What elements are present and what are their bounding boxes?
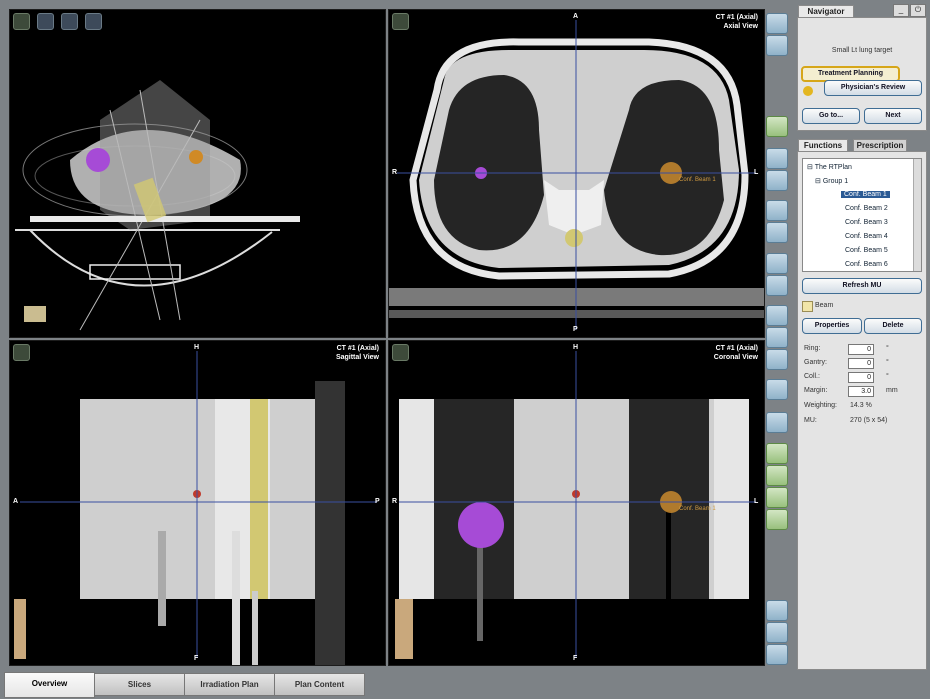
rotate-icon[interactable]: [37, 13, 54, 30]
gantry-input[interactable]: 0: [848, 358, 874, 369]
tree-root[interactable]: ⊟ The RTPlan: [807, 163, 852, 171]
target-label: Conf. Beam 1: [679, 177, 716, 183]
orient-right: P: [375, 498, 380, 505]
histogram-icon[interactable]: [766, 275, 788, 296]
zoom-icon[interactable]: [13, 344, 30, 361]
ring-label: Ring:: [804, 345, 821, 352]
orient-left: A: [13, 498, 19, 505]
step-physicians-review[interactable]: Physician's Review: [824, 80, 922, 96]
goto-button[interactable]: Go to...: [802, 108, 860, 124]
view-title: CT #1 (Axial) Coronal View: [713, 345, 758, 361]
shape-icon[interactable]: [766, 487, 788, 508]
view-title: CT #1 (Axial) Sagittal View: [335, 345, 379, 361]
properties-button[interactable]: Properties: [802, 318, 862, 334]
coll-input[interactable]: 0: [848, 372, 874, 383]
mu-label: MU:: [804, 417, 817, 424]
delete-button[interactable]: Delete: [864, 318, 922, 334]
plan-tree[interactable]: ⊟ The RTPlan ⊟ Group 1 Conf. Beam 1 Conf…: [802, 158, 922, 272]
hu-icon[interactable]: [766, 305, 788, 326]
plan-name: Small Lt lung target: [831, 47, 893, 54]
3d-rendering: [15, 80, 300, 331]
tab-overview[interactable]: Overview: [4, 672, 95, 698]
orient-left: R: [392, 498, 398, 505]
next-button[interactable]: Next: [864, 108, 922, 124]
pan-icon[interactable]: [61, 13, 78, 30]
weighting-value: 14.3 %: [850, 402, 872, 409]
edit-icon[interactable]: [766, 116, 788, 137]
tab-irradiation-plan[interactable]: Irradiation Plan: [184, 673, 275, 696]
report-icon[interactable]: [766, 644, 788, 665]
tab-slices[interactable]: Slices: [94, 673, 185, 696]
navigator-panel: Small Lt lung target Treatment Planning …: [797, 17, 927, 131]
sagittal-ct-image: [14, 351, 377, 665]
leaf-icon[interactable]: [766, 509, 788, 530]
settings-icon[interactable]: [766, 622, 788, 643]
warning-icon: [803, 86, 813, 96]
3d-view[interactable]: [9, 9, 386, 338]
move-icon[interactable]: [766, 148, 788, 169]
profile-icon[interactable]: [766, 412, 788, 433]
orient-right: L: [754, 498, 759, 505]
hand-icon[interactable]: [766, 170, 788, 191]
paint-icon[interactable]: [766, 443, 788, 464]
sagittal-view[interactable]: CT #1 (Axial) Sagittal View H F A P: [9, 340, 386, 666]
power-button[interactable]: ⏻: [910, 4, 926, 17]
layout-icon[interactable]: [766, 13, 788, 34]
orient-bottom: P: [573, 326, 578, 333]
tree-beam-1[interactable]: Conf. Beam 1: [841, 191, 890, 198]
margin-input[interactable]: 3.0: [848, 386, 874, 397]
section-label: Beam: [815, 302, 834, 309]
axial-view[interactable]: CT #1 (Axial) Axial View A P R L Conf. Be…: [388, 9, 765, 338]
tree-beam-6[interactable]: Conf. Beam 6: [845, 261, 888, 268]
functions-panel: ⊟ The RTPlan ⊟ Group 1 Conf. Beam 1 Conf…: [797, 151, 927, 670]
zoom-icon[interactable]: [392, 13, 409, 30]
axial-ct-image: [389, 20, 764, 330]
gantry-label: Gantry:: [804, 359, 827, 366]
ring-input[interactable]: 0: [848, 344, 874, 355]
refresh-mu-button[interactable]: Refresh MU: [802, 278, 922, 294]
tab-plan-content[interactable]: Plan Content: [274, 673, 365, 696]
coll-label: Coll.:: [804, 373, 820, 380]
orient-top: H: [573, 344, 579, 351]
distance-icon[interactable]: [766, 327, 788, 348]
coll-unit: °: [886, 373, 889, 380]
camera-icon[interactable]: [85, 13, 102, 30]
orient-bottom: F: [194, 655, 199, 662]
angle-icon[interactable]: [766, 349, 788, 370]
gantry-unit: °: [886, 359, 889, 366]
beam-section-icon: [802, 301, 813, 312]
tree-beam-4[interactable]: Conf. Beam 4: [845, 233, 888, 240]
tree-group[interactable]: ⊟ Group 1: [815, 177, 848, 185]
margin-unit: mm: [886, 387, 898, 394]
zoom-icon[interactable]: [13, 13, 30, 30]
margin-label: Margin:: [804, 387, 828, 394]
window-level-icon[interactable]: [766, 253, 788, 274]
ruler-icon[interactable]: [766, 379, 788, 400]
orient-top: A: [573, 13, 579, 20]
zoom-out-icon[interactable]: [766, 222, 788, 243]
view-title: CT #1 (Axial) Axial View: [715, 14, 758, 30]
orient-bottom: F: [573, 655, 578, 662]
minimize-button[interactable]: _: [893, 4, 909, 17]
mu-value: 270 (5 x 54): [850, 417, 888, 424]
tree-beam-5[interactable]: Conf. Beam 5: [845, 247, 888, 254]
tree-beam-2[interactable]: Conf. Beam 2: [845, 205, 888, 212]
tree-beam-3[interactable]: Conf. Beam 3: [845, 219, 888, 226]
orient-left: R: [392, 169, 398, 176]
zoom-in-icon[interactable]: [766, 200, 788, 221]
contour-icon[interactable]: [766, 465, 788, 486]
orient-top: H: [194, 344, 200, 351]
zoom-icon[interactable]: [392, 344, 409, 361]
coronal-ct-image: [395, 351, 756, 659]
wrench-icon[interactable]: [766, 35, 788, 56]
stack-icon[interactable]: [766, 600, 788, 621]
ring-unit: °: [886, 345, 889, 352]
orient-right: L: [754, 169, 759, 176]
tree-scrollbar[interactable]: [913, 159, 921, 271]
weighting-label: Weighting:: [804, 402, 837, 409]
target-label: Conf. Beam 1: [679, 506, 716, 512]
coronal-view[interactable]: CT #1 (Axial) Coronal View H F R L Conf. …: [388, 340, 765, 666]
